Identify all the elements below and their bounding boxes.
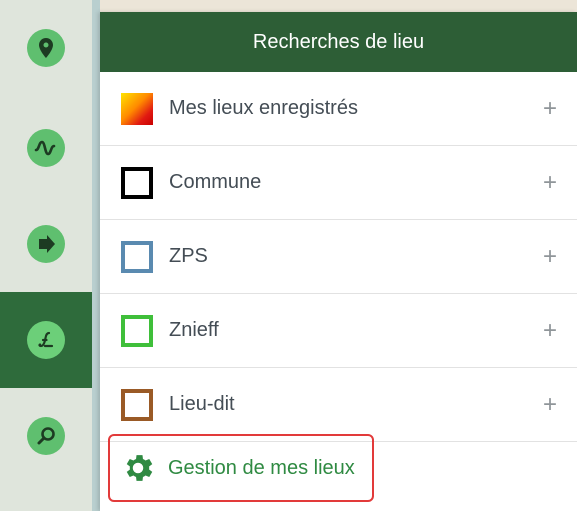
gear-icon: [126, 455, 153, 481]
magnifier-icon: [27, 417, 65, 455]
plus-icon[interactable]: +: [543, 96, 557, 121]
manage-places-label: Gestion de mes lieux: [168, 456, 355, 479]
row-lieu-dit[interactable]: Lieu-dit +: [100, 368, 577, 442]
tool-search[interactable]: [0, 388, 92, 484]
row-commune[interactable]: Commune +: [100, 146, 577, 220]
plus-icon[interactable]: +: [543, 244, 557, 269]
tool-wave[interactable]: [0, 100, 92, 196]
script-l-icon: [27, 321, 65, 359]
manage-places-button[interactable]: Gestion de mes lieux: [108, 434, 374, 502]
tool-arrow[interactable]: [0, 196, 92, 292]
row-label: Commune: [169, 171, 262, 193]
plus-icon[interactable]: +: [543, 392, 557, 417]
left-toolbar: [0, 0, 92, 511]
panel-title: Recherches de lieu: [100, 12, 577, 72]
tool-places[interactable]: [0, 292, 92, 388]
zps-swatch: [121, 240, 153, 273]
map-top-edge: [92, 0, 577, 12]
plus-icon[interactable]: +: [543, 170, 557, 195]
row-label: Znieff: [169, 319, 219, 341]
znieff-swatch: [121, 314, 153, 347]
places-search-panel: Recherches de lieu Mes lieux enregistrés…: [100, 12, 577, 511]
commune-swatch: [121, 166, 153, 199]
lieu-dit-swatch: [121, 388, 153, 421]
arrow-right-icon: [27, 225, 65, 263]
row-label: Mes lieux enregistrés: [169, 97, 358, 119]
location-pin-icon: [27, 29, 65, 67]
row-label: Lieu-dit: [169, 393, 235, 415]
row-saved-places[interactable]: Mes lieux enregistrés +: [100, 72, 577, 146]
saved-places-swatch: [121, 92, 153, 125]
row-label: ZPS: [169, 245, 208, 267]
wave-icon: [27, 129, 65, 167]
row-zps[interactable]: ZPS +: [100, 220, 577, 294]
plus-icon[interactable]: +: [543, 318, 557, 343]
tool-location[interactable]: [0, 0, 92, 96]
row-znieff[interactable]: Znieff +: [100, 294, 577, 368]
map-strip: [92, 0, 100, 511]
